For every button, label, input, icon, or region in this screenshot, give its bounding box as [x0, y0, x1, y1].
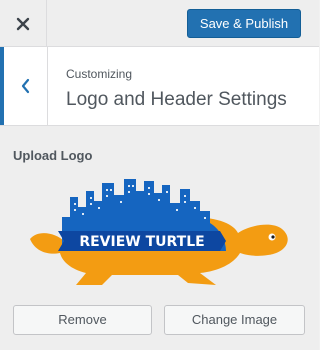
section-title: Logo and Header Settings	[66, 89, 287, 110]
back-button[interactable]	[0, 47, 48, 125]
customizer-header: Save & Publish	[0, 0, 319, 47]
customizer-panel: Save & Publish Customizing Logo and Head…	[0, 0, 319, 350]
breadcrumb: Customizing	[66, 67, 133, 81]
logo-preview[interactable]: REVIEW TURTLE	[20, 173, 300, 293]
close-icon	[16, 17, 30, 30]
chevron-left-icon	[21, 78, 29, 94]
change-image-button[interactable]: Change Image	[164, 305, 305, 335]
upload-logo-label: Upload Logo	[13, 148, 93, 163]
logo-text: REVIEW TURTLE	[79, 234, 204, 250]
section-header: Customizing Logo and Header Settings	[0, 47, 319, 126]
save-publish-button[interactable]: Save & Publish	[187, 9, 301, 38]
close-button[interactable]	[0, 0, 47, 47]
review-turtle-logo: REVIEW TURTLE	[30, 179, 288, 285]
remove-button[interactable]: Remove	[13, 305, 152, 335]
